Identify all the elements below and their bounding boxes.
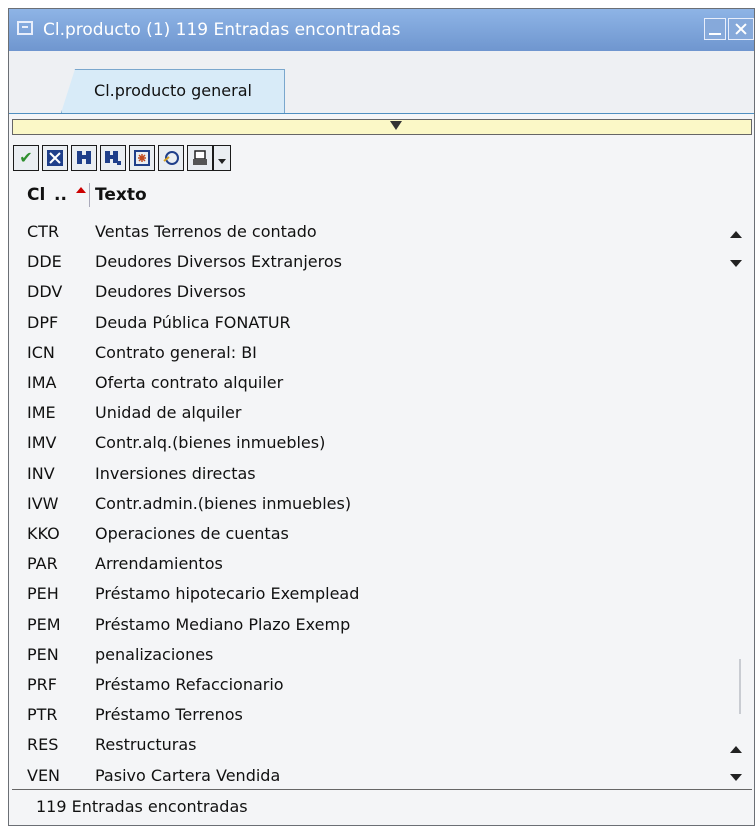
row-code: IVW [27,493,59,513]
row-code: INV [27,463,55,483]
row-code: IMV [27,433,57,453]
tab-cl-producto-general[interactable]: Cl.producto general [61,69,285,113]
sort-ascending-icon[interactable] [76,187,86,193]
row-code: PAR [27,554,58,574]
dropdown-icon[interactable] [213,145,231,171]
find-next-icon[interactable] [100,145,126,171]
column-truncation-mark: .. [54,185,67,205]
find-icon[interactable] [71,145,97,171]
row-code: IME [27,403,56,423]
row-code: PEM [27,614,61,634]
row-code: CTR [27,222,60,241]
title-bar[interactable]: Cl.producto (1) 119 Entradas encontradas [9,9,754,51]
row-text: Deudores Diversos [95,282,246,302]
row-text: Arrendamientos [95,554,223,574]
expand-restrictions-icon[interactable] [390,121,402,130]
scroll-down-icon[interactable] [730,260,742,267]
page-up-icon[interactable] [730,746,742,753]
print-icon[interactable] [187,145,213,171]
row-text: Préstamo Refaccionario [95,675,284,694]
close-icon[interactable] [728,18,754,40]
information-icon[interactable] [158,145,184,171]
window-title: Cl.producto (1) 119 Entradas encontradas [43,20,401,40]
row-text: Restructuras [95,735,197,755]
row-code: PEH [27,584,59,604]
row-code: IMA [27,373,57,392]
row-text: Deudores Diversos Extranjeros [95,252,342,272]
row-text: Inversiones directas [95,463,256,483]
page-down-icon[interactable] [730,774,742,781]
row-text: penalizaciones [95,644,214,664]
row-code: PRF [27,675,57,694]
row-text: Unidad de alquiler [95,403,242,423]
row-code: VEN [27,765,61,785]
value-help-window: Cl.producto (1) 119 Entradas encontradas… [8,8,755,826]
row-code: DPF [27,312,59,332]
status-bar: 119 Entradas encontradas [12,789,752,824]
column-header-text[interactable]: Texto [95,185,147,205]
row-text: Pasivo Cartera Vendida [95,765,281,785]
select-all-icon[interactable] [129,145,155,171]
row-text: Contrato general: BI [95,342,257,362]
row-text: Deuda Pública FONATUR [95,312,291,332]
row-text: Contr.alq.(bienes inmuebles) [95,433,326,453]
row-text: Oferta contrato alquiler [95,373,284,392]
scroll-thumb[interactable] [739,659,741,714]
row-text: Operaciones de cuentas [95,524,289,543]
row-code: ICN [27,342,55,362]
row-code: KKO [27,524,60,543]
row-code: PEN [27,644,59,664]
column-separator[interactable] [89,183,90,207]
column-header-code[interactable]: Cl [27,185,45,205]
tab-strip: Cl.producto general [9,51,754,114]
cancel-icon[interactable] [42,145,68,171]
row-text: Préstamo hipotecario Exemplead [95,584,360,604]
status-text: 119 Entradas encontradas [36,797,248,816]
row-text: Préstamo Mediano Plazo Exemp [95,614,351,634]
vertical-scrollbar[interactable] [721,214,747,789]
row-code: DDV [27,282,63,302]
row-code: RES [27,735,59,755]
check-icon[interactable]: ✔ [13,145,39,171]
row-text: Contr.admin.(bienes inmuebles) [95,493,352,513]
scroll-up-icon[interactable] [730,231,742,238]
window-menu-icon[interactable] [17,21,33,35]
restrictions-bar[interactable] [12,119,752,135]
row-text: Ventas Terrenos de contado [95,222,317,241]
row-code: DDE [27,252,62,272]
row-code: PTR [27,705,58,725]
minimize-icon[interactable] [704,18,726,40]
row-text: Préstamo Terrenos [95,705,243,725]
